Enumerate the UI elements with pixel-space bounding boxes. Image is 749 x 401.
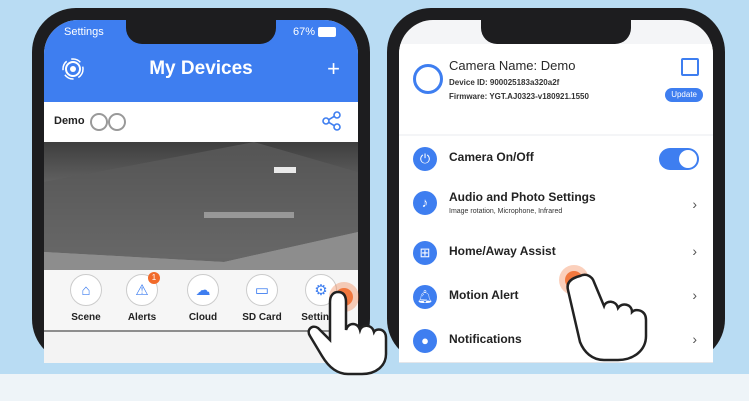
cloud-label: Cloud (188, 312, 218, 323)
setting-audio-photo[interactable]: ♪ Audio and Photo Settings Image rotatio… (399, 180, 713, 231)
camera-icon (413, 64, 443, 94)
home-away-icon: ⊞ (413, 241, 437, 265)
page-bottom-band (0, 374, 749, 401)
notification-icon: ● (413, 329, 437, 353)
cloud-icon: ☁ (187, 274, 219, 306)
audio-photo-icon: ♪ (413, 191, 437, 215)
toggle-knob (679, 150, 697, 168)
phone-notch (481, 20, 631, 44)
update-button[interactable]: Update (665, 88, 703, 102)
cloud-button[interactable]: ☁ Cloud (171, 270, 235, 323)
camera-toggle[interactable] (659, 148, 699, 170)
chevron-right-icon: › (692, 287, 697, 303)
cloud-status-icon (90, 113, 108, 131)
setting-label: Audio and Photo Settings (449, 190, 596, 204)
share-icon[interactable] (322, 111, 342, 136)
status-carrier: Settings (64, 26, 104, 38)
setting-label: Motion Alert (449, 288, 519, 302)
alerts-button[interactable]: ⚠ 1 Alerts (110, 270, 174, 323)
battery-icon (318, 27, 336, 38)
power-icon: ⏻ (413, 147, 437, 171)
alerts-label: Alerts (127, 312, 157, 323)
phone-camera-settings: Camera Name: Demo Device ID: 900025183a3… (387, 8, 725, 363)
setting-sublabel: Image rotation, Microphone, Infrared (449, 208, 563, 215)
alerts-badge: 1 (148, 272, 160, 284)
chevron-right-icon: › (692, 196, 697, 212)
camera-info-panel: Camera Name: Demo Device ID: 900025183a3… (399, 44, 713, 134)
bell-icon: 🔔︎ (413, 285, 437, 309)
sd-status-icon (108, 113, 126, 131)
edit-icon[interactable] (681, 58, 699, 76)
device-bar[interactable]: Demo (44, 102, 358, 142)
setting-label: Home/Away Assist (449, 244, 556, 258)
add-device-button[interactable]: + (327, 58, 340, 80)
setting-label: Notifications (449, 332, 522, 346)
sd-card-icon: ▭ (246, 274, 278, 306)
status-battery: 67% (293, 26, 336, 38)
pointing-hand-icon (566, 273, 648, 362)
setting-camera-onoff[interactable]: ⏻ Camera On/Off (399, 136, 713, 181)
scene-label: Scene (71, 312, 101, 323)
firmware-version: Firmware: YGT.AJ0323-v180921.1550 (449, 92, 589, 101)
scene-button[interactable]: ⌂ Scene (54, 270, 118, 323)
device-name: Demo (54, 115, 85, 127)
camera-name: Camera Name: Demo (449, 58, 576, 73)
device-id: Device ID: 900025183a320a2f (449, 78, 560, 87)
setting-home-away[interactable]: ⊞ Home/Away Assist › (399, 230, 713, 275)
chevron-right-icon: › (692, 243, 697, 259)
page-title: My Devices (149, 58, 253, 79)
home-icon: ⌂ (70, 274, 102, 306)
chevron-right-icon: › (692, 331, 697, 347)
sd-card-label: SD Card (242, 312, 282, 323)
phone-notch (126, 20, 276, 44)
setting-label: Camera On/Off (449, 150, 534, 164)
pointing-hand-icon (307, 290, 388, 376)
sd-card-button[interactable]: ▭ SD Card (230, 270, 294, 323)
